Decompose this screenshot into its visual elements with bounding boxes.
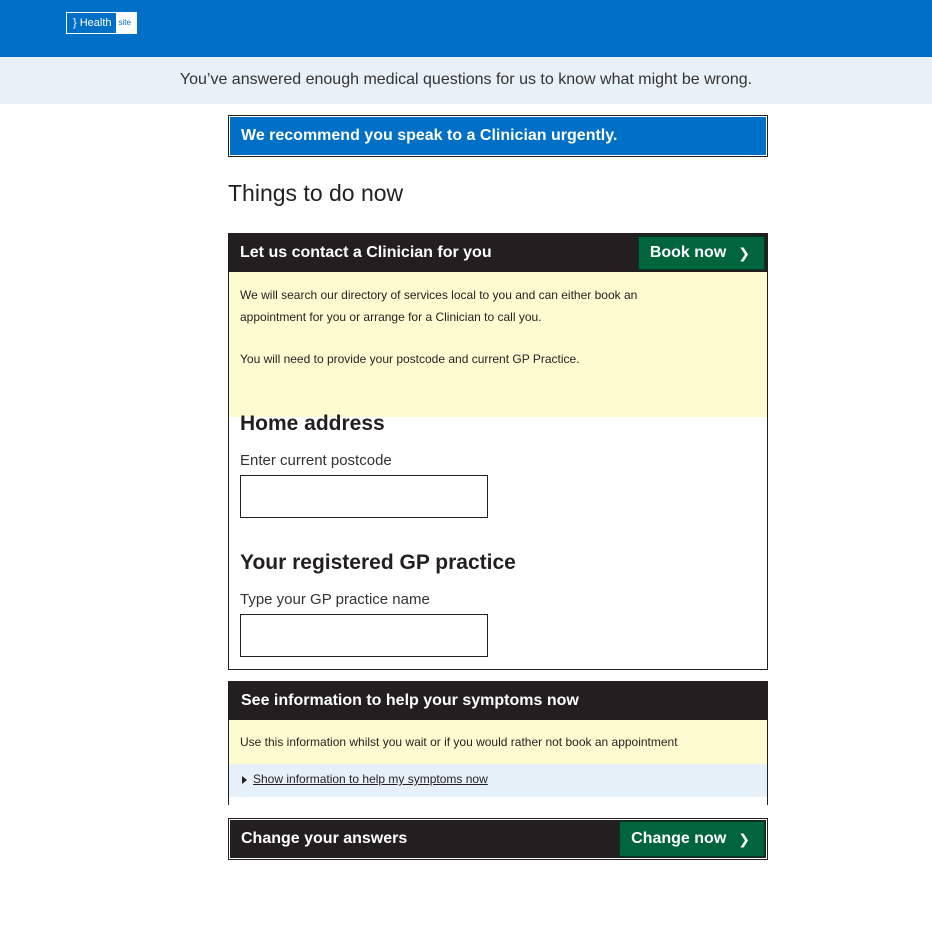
site-header: } Health site: [0, 0, 932, 57]
result-notice-text: You’ve answered enough medical questions…: [179, 71, 753, 88]
gp-practice-input[interactable]: [240, 614, 488, 657]
change-now-button[interactable]: Change now ❯: [619, 821, 765, 857]
contact-description-line1: We will search our directory of services…: [240, 288, 638, 302]
contact-description-note: You will need to provide your postcode a…: [240, 352, 580, 366]
postcode-label: Enter current postcode: [240, 452, 392, 469]
change-now-label: Change now: [631, 830, 727, 847]
gp-practice-heading: Your registered GP practice: [240, 551, 516, 574]
recommendation-box: We recommend you speak to a Clinician ur…: [228, 115, 768, 157]
book-now-button[interactable]: Book now ❯: [637, 236, 765, 270]
contact-panel-title: Let us contact a Clinician for you: [240, 244, 492, 261]
chevron-right-icon: ❯: [738, 245, 750, 261]
chevron-right-icon: ❯: [738, 831, 750, 847]
symptom-info-title: See information to help your symptoms no…: [241, 692, 579, 709]
contact-panel-description: We will search our directory of services…: [229, 272, 767, 417]
home-address-heading: Home address: [240, 412, 385, 435]
symptom-info-description: Use this information whilst you wait or …: [229, 720, 767, 764]
triangle-right-icon: [242, 775, 247, 784]
contact-description-line2: appointment for you or arrange for a Cli…: [240, 309, 542, 324]
show-info-toggle[interactable]: Show information to help my symptoms now: [229, 764, 767, 797]
contact-panel-header: Let us contact a Clinician for you Book …: [229, 234, 767, 272]
recommendation-text: We recommend you speak to a Clinician ur…: [230, 117, 766, 155]
contact-clinician-panel: Let us contact a Clinician for you Book …: [228, 233, 768, 670]
symptom-info-panel: See information to help your symptoms no…: [228, 681, 768, 805]
gp-practice-label: Type your GP practice name: [240, 591, 430, 608]
change-answers-header: Change your answers Change now ❯: [230, 820, 766, 858]
logo-site-text: site: [115, 13, 136, 33]
change-answers-panel: Change your answers Change now ❯: [228, 818, 768, 860]
result-notice-banner: You’ve answered enough medical questions…: [0, 57, 932, 104]
page-title: Things to do now: [228, 180, 404, 206]
change-answers-title: Change your answers: [241, 830, 408, 847]
site-logo[interactable]: } Health site: [66, 12, 137, 34]
logo-main-text: } Health: [73, 17, 112, 29]
symptom-info-header: See information to help your symptoms no…: [229, 682, 767, 720]
postcode-input[interactable]: [240, 475, 488, 518]
book-now-label: Book now: [649, 244, 727, 261]
show-info-link[interactable]: Show information to help my symptoms now: [253, 772, 488, 786]
